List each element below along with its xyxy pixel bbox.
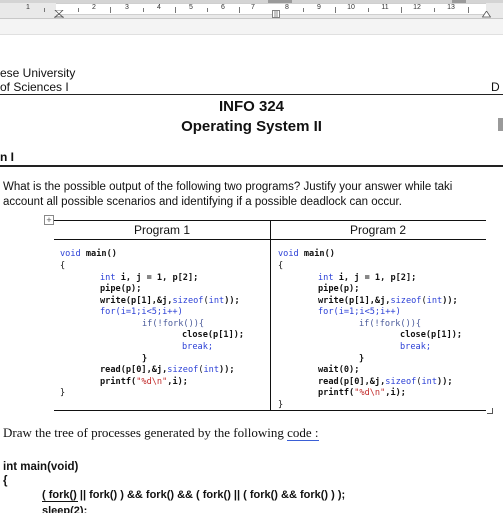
horizontal-ruler[interactable]: 1 2 3 4 5 6 7 8 9 10 11 12 13 bbox=[0, 0, 503, 19]
header-right-label: D bbox=[491, 80, 500, 94]
fork-expression: ( fork() || fork() ) && fork() && ( fork… bbox=[42, 489, 346, 501]
section-title: n I bbox=[0, 150, 14, 164]
code-line: break; bbox=[182, 342, 214, 352]
code-line: break; bbox=[400, 342, 432, 352]
code-line: } bbox=[60, 388, 66, 398]
ruler-number: 9 bbox=[317, 4, 321, 11]
code-line: write(p[1],&j,sizeof(int)); bbox=[100, 296, 240, 306]
code-line: { bbox=[60, 261, 66, 271]
code-line: int i, j = 1, p[2]; bbox=[100, 273, 199, 283]
header-divider bbox=[0, 94, 503, 95]
code-line: for(i=1;i<5;i++) bbox=[318, 307, 401, 317]
ruler-number: 6 bbox=[221, 4, 225, 11]
university-name: ese University bbox=[0, 66, 76, 80]
program1-header: Program 1 bbox=[133, 223, 191, 237]
indent-marker-icon[interactable] bbox=[54, 10, 64, 19]
code-line: printf("%d\n",i); bbox=[100, 377, 188, 387]
right-indent-marker-icon[interactable] bbox=[482, 11, 491, 19]
ruler-number: 3 bbox=[125, 4, 129, 11]
question1-line1: What is the possible output of the follo… bbox=[3, 181, 453, 193]
code-line: void main() bbox=[278, 249, 335, 259]
ruler-tick bbox=[175, 7, 176, 13]
code-line: pipe(p); bbox=[100, 284, 142, 294]
code-line: printf("%d\n",i); bbox=[318, 388, 406, 398]
ruler-tick bbox=[368, 8, 369, 12]
question2-text: Draw the tree of processes generated by … bbox=[3, 425, 319, 441]
code-line: for(i=1;i<5;i++) bbox=[100, 307, 183, 317]
ruler-tick bbox=[468, 7, 469, 13]
code-line: void main() bbox=[60, 249, 117, 259]
ruler-tick bbox=[401, 7, 402, 13]
question1-line2: account all possible scenarios and ident… bbox=[3, 196, 402, 208]
ruler-tick bbox=[303, 8, 304, 12]
course-name: Operating System II bbox=[181, 118, 322, 135]
ruler-number: 13 bbox=[447, 4, 455, 11]
code-line: close(p[1]); bbox=[182, 330, 245, 340]
code-line: close(p[1]); bbox=[400, 330, 463, 340]
course-code: INFO 324 bbox=[218, 98, 285, 115]
main-open-brace: { bbox=[3, 475, 8, 487]
page-top-margin bbox=[0, 19, 503, 35]
code-line: pipe(p); bbox=[318, 284, 360, 294]
ruler-number: 7 bbox=[251, 4, 255, 11]
ruler-tick bbox=[143, 8, 144, 12]
programs-table[interactable]: Program 1 Program 2 void main() { int i,… bbox=[54, 220, 486, 411]
tab-stop-icon[interactable] bbox=[272, 10, 280, 18]
code-line: write(p[1],&j,sizeof(int)); bbox=[318, 296, 458, 306]
code-line: wait(0); bbox=[318, 365, 360, 375]
code-line: if(!fork()){ bbox=[359, 319, 422, 329]
ruler-tick bbox=[44, 8, 45, 12]
code-line: read(p[0],&j,sizeof(int)); bbox=[318, 377, 453, 387]
ruler-number: 11 bbox=[381, 4, 389, 11]
main-declaration: int main(void) bbox=[3, 461, 79, 473]
sleep-call: sleep(2); bbox=[42, 505, 88, 513]
table-resize-handle-icon[interactable] bbox=[487, 408, 493, 414]
ruler-number: 8 bbox=[285, 4, 289, 11]
ruler-tick bbox=[110, 7, 111, 13]
ruler-tick bbox=[335, 7, 336, 13]
ruler-tick bbox=[78, 8, 79, 12]
ruler-active-area bbox=[56, 3, 486, 15]
ruler-tick bbox=[239, 7, 240, 13]
code-line: read(p[0],&j,sizeof(int)); bbox=[100, 365, 235, 375]
ruler-number: 4 bbox=[157, 4, 161, 11]
ruler-tick bbox=[207, 8, 208, 12]
code-line: int i, j = 1, p[2]; bbox=[318, 273, 417, 283]
table-move-handle-icon[interactable]: + bbox=[44, 215, 54, 225]
ruler-number: 2 bbox=[92, 4, 96, 11]
program2-header: Program 2 bbox=[349, 223, 407, 237]
spellcheck-underlined-word: code : bbox=[287, 425, 319, 441]
code-line: } bbox=[278, 400, 284, 410]
code-line: { bbox=[278, 261, 284, 271]
ruler-number: 5 bbox=[189, 4, 193, 11]
ruler-number: 1 bbox=[26, 4, 30, 11]
code-line: } bbox=[142, 354, 148, 364]
section-divider bbox=[0, 165, 503, 167]
code-line: if(!fork()){ bbox=[142, 319, 205, 329]
ruler-number: 12 bbox=[413, 4, 421, 11]
faculty-name: of Sciences I bbox=[0, 80, 69, 94]
ruler-tick bbox=[434, 8, 435, 12]
code-line: } bbox=[359, 354, 365, 364]
table-column-divider bbox=[270, 220, 271, 411]
fork-underline bbox=[42, 501, 78, 502]
page-edge-marker bbox=[498, 118, 503, 131]
ruler-number: 10 bbox=[347, 4, 355, 11]
